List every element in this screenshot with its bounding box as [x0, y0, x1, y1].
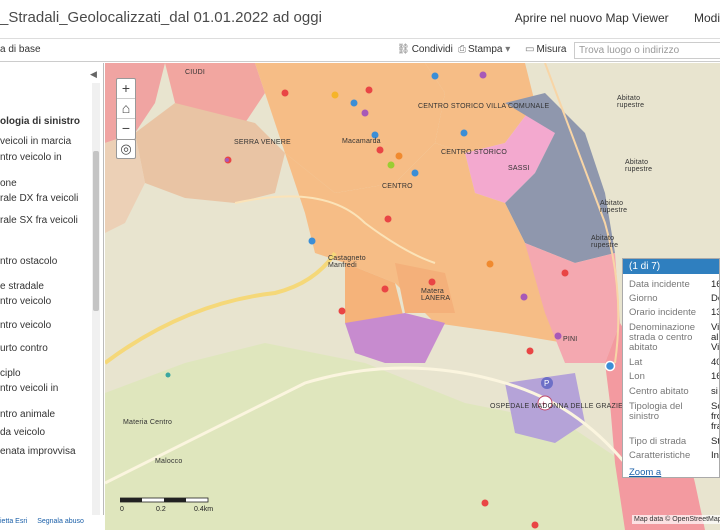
- scale-tick: 0.4km: [194, 506, 214, 513]
- report-abuse-link[interactable]: Segnala abuso: [37, 518, 84, 525]
- print-button[interactable]: ⎙ Stampa ▾: [458, 44, 512, 55]
- popup-counter: (1 di 7): [623, 259, 719, 274]
- footer: ietta Esri Segnala abuso: [0, 515, 104, 530]
- legend-item: e stradale: [0, 281, 44, 292]
- target-icon: ◎: [120, 141, 132, 156]
- popup-label: Data incidente: [629, 279, 690, 290]
- top-links: Aprire nel nuovo Map Viewer Modi: [493, 11, 720, 25]
- scale-bar: 0 0.2 0.4km: [119, 497, 220, 517]
- legend-item: ntro veicoli in: [0, 383, 59, 394]
- legend-item: ntro veicolo: [0, 296, 52, 307]
- scale-tick: 0: [120, 506, 124, 513]
- map-label: CIUDI: [185, 69, 206, 76]
- map-label: Macamarda: [342, 138, 381, 145]
- search-input[interactable]: Trova luogo o indirizzo: [574, 42, 720, 59]
- top-bar: _Stradali_Geolocalizzati_dal 01.01.2022 …: [0, 0, 720, 38]
- share-label: Condividi: [411, 44, 453, 55]
- legend-item: veicoli in marcia: [0, 136, 72, 147]
- feature-popup: (1 di 7) Data incidente 16 Giorno Do Ora…: [622, 258, 720, 478]
- esri-link[interactable]: ietta Esri: [0, 518, 27, 525]
- map-title: _Stradali_Geolocalizzati_dal 01.01.2022 …: [0, 9, 322, 26]
- map-label: Abitato rupestre: [600, 200, 628, 214]
- popup-label: Centro abitato: [629, 386, 689, 397]
- map-label: Abitato rupestre: [591, 235, 619, 249]
- zoom-out-button[interactable]: −: [117, 119, 135, 139]
- map-label: CENTRO STORICO: [441, 149, 508, 156]
- legend-item: ntro ostacolo: [0, 256, 58, 267]
- collapse-panel-icon[interactable]: ◀: [90, 69, 97, 80]
- map-label: OSPEDALE MADONNA DELLE GRAZIE: [490, 403, 624, 410]
- chevron-down-icon: ▾: [505, 44, 511, 55]
- share-button[interactable]: ⛓ Condividi: [397, 44, 453, 55]
- map-label: Malocco: [155, 458, 183, 465]
- map-label: PINI: [563, 336, 578, 343]
- legend-item: enata improvvisa: [0, 446, 76, 457]
- legend-item: rale DX fra veicoli: [0, 193, 79, 204]
- legend-item: da veicolo: [0, 427, 46, 438]
- legend-item: one: [0, 178, 17, 189]
- popup-value: Do: [711, 293, 719, 304]
- popup-value: 16: [711, 371, 719, 382]
- popup-value: Str: [711, 436, 720, 447]
- popup-label: Tipologia del sinistro: [629, 401, 683, 422]
- legend-item: ntro veicolo in: [0, 152, 62, 163]
- zoom-to-link[interactable]: Zoom a: [629, 467, 661, 477]
- popup-label: Orario incidente: [629, 307, 697, 318]
- map-label: CENTRO: [382, 183, 413, 190]
- scale-tick: 0.2: [156, 506, 166, 513]
- popup-value: 40: [711, 357, 719, 368]
- legend-item: urto contro: [0, 343, 48, 354]
- scrollbar-thumb[interactable]: [93, 151, 99, 311]
- popup-value: 13: [711, 307, 719, 318]
- svg-text:P: P: [544, 379, 549, 388]
- legend-panel: ◀ ologia di sinistro veicoli in marcia n…: [0, 63, 104, 515]
- popup-value: si: [711, 386, 718, 397]
- map-label: SASSI: [508, 165, 530, 172]
- popup-label: Tipo di strada: [629, 436, 687, 447]
- popup-label: Caratteristiche: [629, 450, 691, 461]
- print-label: Stampa: [468, 44, 503, 55]
- legend-item: ntro veicolo: [0, 320, 52, 331]
- popup-label: Denominazione strada o centro abitato: [629, 322, 696, 353]
- toolbar: a di base ⛓ Condividi ⎙ Stampa ▾ ▭ Misura T…: [0, 38, 720, 62]
- measure-button[interactable]: ▭ Misura: [525, 44, 566, 55]
- popup-label: Lon: [629, 371, 645, 382]
- map-label: Abitato rupestre: [625, 159, 653, 173]
- popup-value: 16: [711, 279, 719, 290]
- ruler-icon: ▭: [525, 44, 535, 55]
- modify-link[interactable]: Modi: [694, 11, 720, 25]
- map-label: Castagneto Manfredi: [328, 255, 366, 269]
- measure-label: Misura: [536, 44, 567, 55]
- legend-item: ciplo: [0, 368, 21, 379]
- printer-icon: ⎙: [458, 44, 466, 55]
- map-label: Materia Centro: [123, 419, 173, 426]
- popup-value: Sc fro fra: [711, 401, 719, 432]
- popup-label: Giorno: [629, 293, 658, 304]
- zoom-controls: + ⌂ −: [116, 78, 136, 140]
- map-label: SERRA VENERE: [234, 139, 291, 146]
- legend-heading: ologia di sinistro: [0, 116, 81, 127]
- map-label: CENTRO STORICO VILLA COMUNALE: [418, 103, 550, 110]
- basemap-button[interactable]: a di base: [0, 44, 41, 55]
- popup-label: Lat: [629, 357, 643, 368]
- legend-item: rale SX fra veicoli: [0, 215, 78, 226]
- locate-button[interactable]: ◎: [116, 139, 136, 159]
- map-attribution[interactable]: Map data © OpenStreetMap co: [632, 515, 720, 524]
- legend-item: ntro animale: [0, 409, 56, 420]
- open-map-viewer-link[interactable]: Aprire nel nuovo Map Viewer: [515, 11, 669, 25]
- map-label: Abitato rupestre: [617, 95, 645, 109]
- scale-line: [119, 497, 209, 503]
- map-label: Matera LANERA: [421, 288, 451, 302]
- popup-value: Inc: [711, 450, 719, 461]
- popup-value: Via all Via: [711, 322, 720, 353]
- link-icon: ⛓: [397, 44, 410, 55]
- zoom-in-button[interactable]: +: [117, 79, 135, 99]
- home-icon[interactable]: ⌂: [117, 99, 135, 119]
